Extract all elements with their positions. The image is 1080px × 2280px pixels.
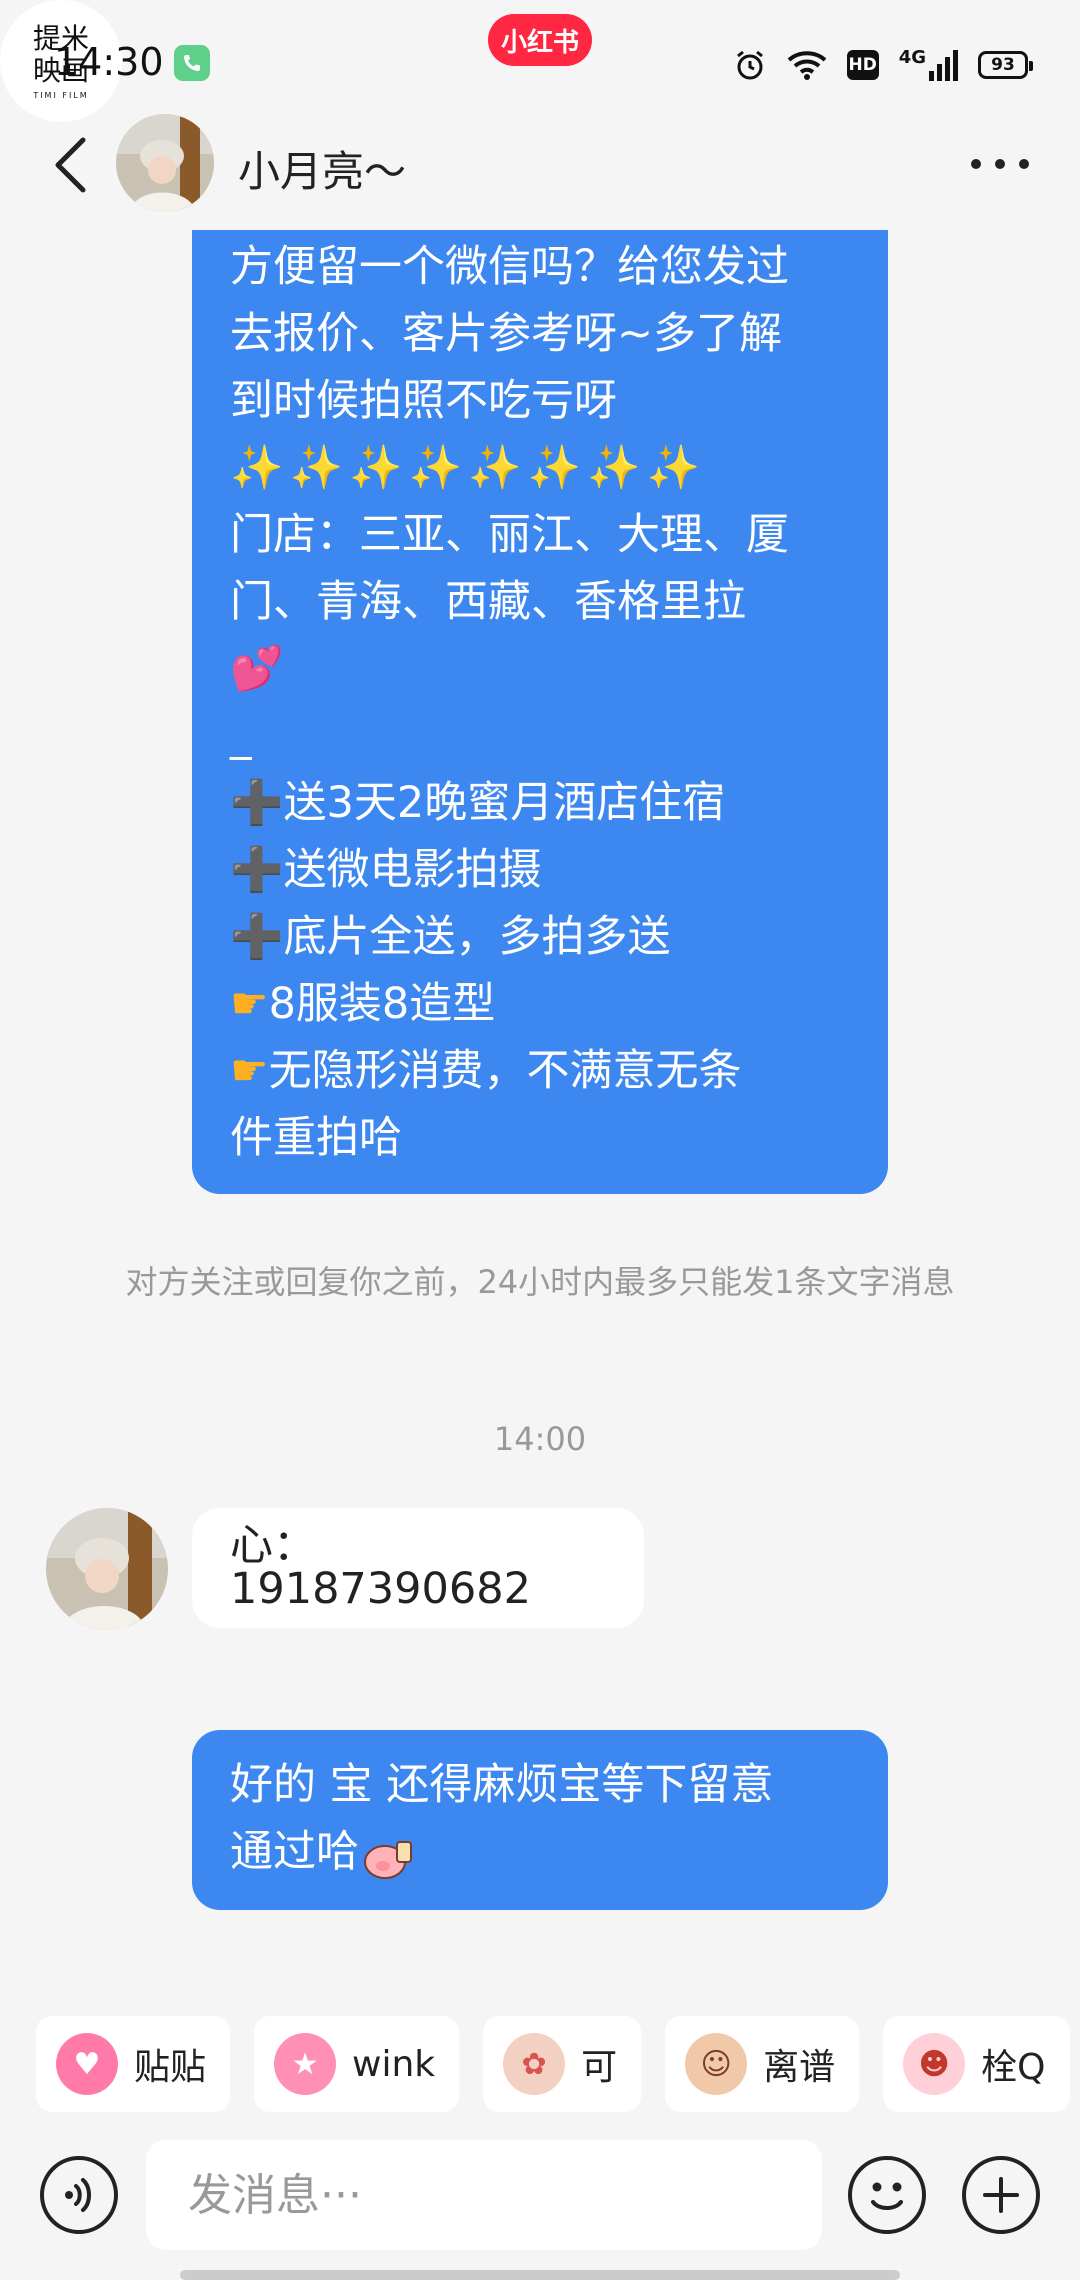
chat-header: 小月亮～ [0,110,1080,220]
sticker-lipu-icon: ☺ [685,2033,748,2095]
voice-button[interactable] [40,2156,118,2234]
message-line: 件重拍哈 [230,1113,402,1163]
bottom-panel: ♥ 贴贴 ★ wink ✿ 可 ☺ 离谱 ☻ 栓Q [0,1980,1080,2280]
smiley-icon [871,2182,903,2210]
sticker-label: 可 [581,2047,618,2088]
sticker-shuanq-icon: ☻ [903,2033,966,2095]
more-button[interactable] [960,138,1040,190]
message-line: ☛无隐形消费，不满意无条 [230,1046,742,1096]
contact-avatar[interactable] [46,1508,168,1630]
sticker-ke-icon: ✿ [503,2033,566,2095]
sparkles-emoji: ✨✨✨✨✨✨✨✨ [230,443,707,493]
contact-avatar[interactable] [116,114,214,212]
network-type: 4G [898,47,926,68]
sticker-chip-ke[interactable]: ✿ 可 [483,2016,642,2112]
call-icon [174,45,210,81]
hd-badge: HD [846,50,879,80]
status-bar: 14:30 小红书 HD 4G 93 [0,0,1080,120]
message-line: 去报价、客片参考呀~多了解 [230,309,783,359]
pointing-hand-icon: ☛ [230,1046,269,1096]
message-line: ➕送3天2晚蜜月酒店住宿 [230,778,726,828]
battery-icon: 93 [978,51,1033,79]
message-line: ☛8服装8造型 [230,979,496,1029]
status-icons: HD 4G 93 [733,45,1033,85]
sticker-chip-tietie[interactable]: ♥ 贴贴 [36,2016,231,2112]
sticker-chip-shuanq[interactable]: ☻ 栓Q [883,2016,1070,2112]
sticker-suggestions: ♥ 贴贴 ★ wink ✿ 可 ☺ 离谱 ☻ 栓Q [36,2016,1070,2112]
message-text: 心：19187390682 [230,1521,531,1614]
pointing-hand-icon: ☛ [230,979,269,1029]
sent-message-reply[interactable]: 好的 宝 还得麻烦宝等下留意 通过哈 [192,1730,888,1910]
message-line: 方便留一个微信吗？给您发过 [230,242,789,292]
plus-icon [983,2177,1019,2213]
plus-emoji-icon: ➕ [230,912,284,962]
sticker-label: wink [352,2043,436,2085]
sticker-chip-wink[interactable]: ★ wink [254,2016,460,2112]
sticker-chip-lipu[interactable]: ☺ 离谱 [665,2016,860,2112]
plus-emoji-icon: ➕ [230,845,284,895]
emoji-button[interactable] [848,2156,926,2234]
system-note: 对方关注或回复你之前，24小时内最多只能发1条文字消息 [125,1263,955,1301]
home-indicator [180,2270,900,2280]
message-line: 通过哈 [230,1819,850,1886]
back-button[interactable] [40,130,100,200]
sticker-label: 栓Q [981,2047,1046,2088]
brand-badge: 小红书 [488,14,592,66]
received-message-phone[interactable]: 心：19187390682 [192,1508,644,1628]
message-input[interactable] [146,2140,822,2250]
more-actions-button[interactable] [962,2156,1040,2234]
alarm-icon [736,50,763,80]
voice-icon [65,2178,91,2212]
contact-name: 小月亮～ [238,147,407,196]
message-dash: _ [230,711,252,761]
sticker-label: 离谱 [763,2047,836,2088]
message-line: 门、青海、西藏、香格里拉 [230,577,746,627]
more-dots-icon [971,159,1029,169]
message-line: 门店：三亚、丽江、大理、厦 [230,510,789,560]
message-line: ➕底片全送，多拍多送 [230,912,671,962]
signal-icon: 4G [899,49,958,81]
input-bar [0,2140,1080,2250]
pig-sticker-icon [363,1833,415,1879]
plus-emoji-icon: ➕ [230,778,284,828]
heart-emoji: 💕 [230,644,284,694]
time-separator: 14:00 [493,1420,587,1458]
status-time: 14:30 [54,40,164,84]
message-line: 到时候拍照不吃亏呀 [230,376,617,426]
wifi-icon [787,51,827,80]
sticker-wink-icon: ★ [274,2033,337,2095]
message-line: ➕送微电影拍摄 [230,845,542,895]
sticker-label: 贴贴 [134,2047,207,2088]
sticker-tietie-icon: ♥ [56,2033,118,2095]
chevron-left-icon [55,137,86,193]
message-line: 好的 宝 还得麻烦宝等下留意 [230,1760,774,1810]
sent-message-quote[interactable]: 方便留一个微信吗？给您发过 去报价、客片参考呀~多了解 到时候拍照不吃亏呀 ✨✨… [192,230,888,1194]
